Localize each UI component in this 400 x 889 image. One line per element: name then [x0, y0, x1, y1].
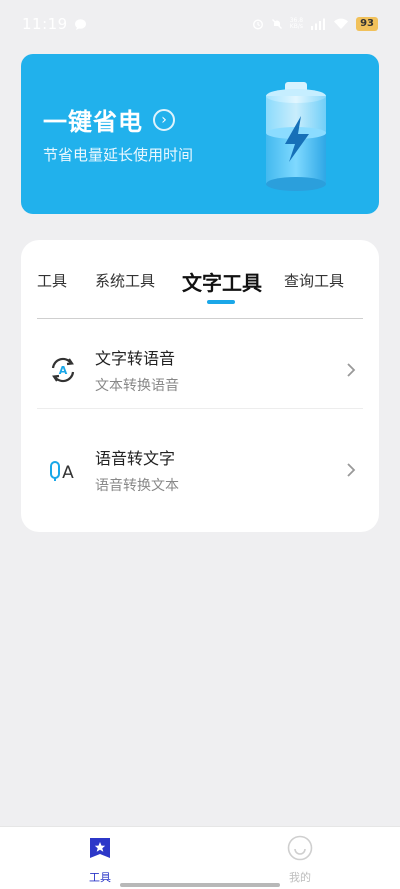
signal-icon [311, 18, 326, 30]
status-bar: 11:19 36.8 KB/s 93 [0, 0, 400, 48]
svg-text:A: A [62, 463, 74, 483]
power-saving-banner[interactable]: 一键省电 › 节省电量延长使用时间 [21, 54, 379, 214]
net-speed-unit: KB/s [289, 23, 303, 30]
tool-row-speech-to-text[interactable]: A 语音转文字 语音转换文本 [37, 420, 363, 520]
tool-title: 语音转文字 [95, 449, 176, 468]
tab-system-tools[interactable]: 系统工具 [95, 270, 155, 291]
tab-tools-partial[interactable]: 工具 [37, 270, 67, 291]
tab-query-tools[interactable]: 查询工具 [284, 270, 344, 291]
tool-subtitle: 语音转换文本 [95, 478, 179, 494]
chevron-right-icon [347, 363, 356, 377]
alarm-icon [252, 19, 263, 30]
wifi-icon [334, 18, 349, 29]
nav-item-mine[interactable]: 我的 [270, 835, 330, 885]
text-to-speech-icon: A [41, 348, 85, 392]
svg-text:A: A [59, 364, 68, 377]
row-separator [37, 408, 363, 409]
status-right: 36.8 KB/s 93 [252, 17, 378, 31]
tool-subtitle: 文本转换语音 [95, 378, 179, 394]
tab-text-tools[interactable]: 文字工具 [182, 267, 262, 296]
speech-to-text-icon: A [41, 448, 85, 492]
status-left: 11:19 [22, 15, 87, 33]
message-bubble-icon [74, 18, 86, 30]
tool-text: 文字转语音 文本转换语音 [95, 345, 341, 395]
home-indicator[interactable] [120, 883, 280, 887]
mute-bell-icon [271, 19, 282, 29]
status-time: 11:19 [22, 15, 68, 33]
tab-active-indicator [207, 300, 235, 304]
bottom-nav: 工具 我的 [0, 826, 400, 889]
banner-subtitle: 节省电量延长使用时间 [43, 146, 194, 164]
banner-title-row: 一键省电 › [43, 102, 175, 137]
battery-indicator: 93 [356, 17, 378, 31]
tool-title: 文字转语音 [95, 349, 176, 368]
banner-title: 一键省电 [43, 108, 143, 136]
tool-text: 语音转文字 语音转换文本 [95, 445, 341, 495]
net-speed: 36.8 KB/s [290, 18, 303, 30]
tools-card: 工具 系统工具 文字工具 查询工具 A 文字转语音 文本转换语音 A 语音转文字… [21, 240, 379, 532]
chevron-right-icon [347, 463, 356, 477]
tab-divider [37, 318, 363, 319]
chevron-right-circle-icon: › [153, 108, 175, 131]
smile-icon [287, 835, 313, 861]
nav-item-tools[interactable]: 工具 [70, 835, 130, 885]
star-icon [90, 838, 110, 858]
tool-row-text-to-speech[interactable]: A 文字转语音 文本转换语音 [37, 320, 363, 420]
tab-bar: 工具 系统工具 文字工具 查询工具 [21, 240, 379, 318]
battery-lightning-icon [266, 82, 326, 191]
